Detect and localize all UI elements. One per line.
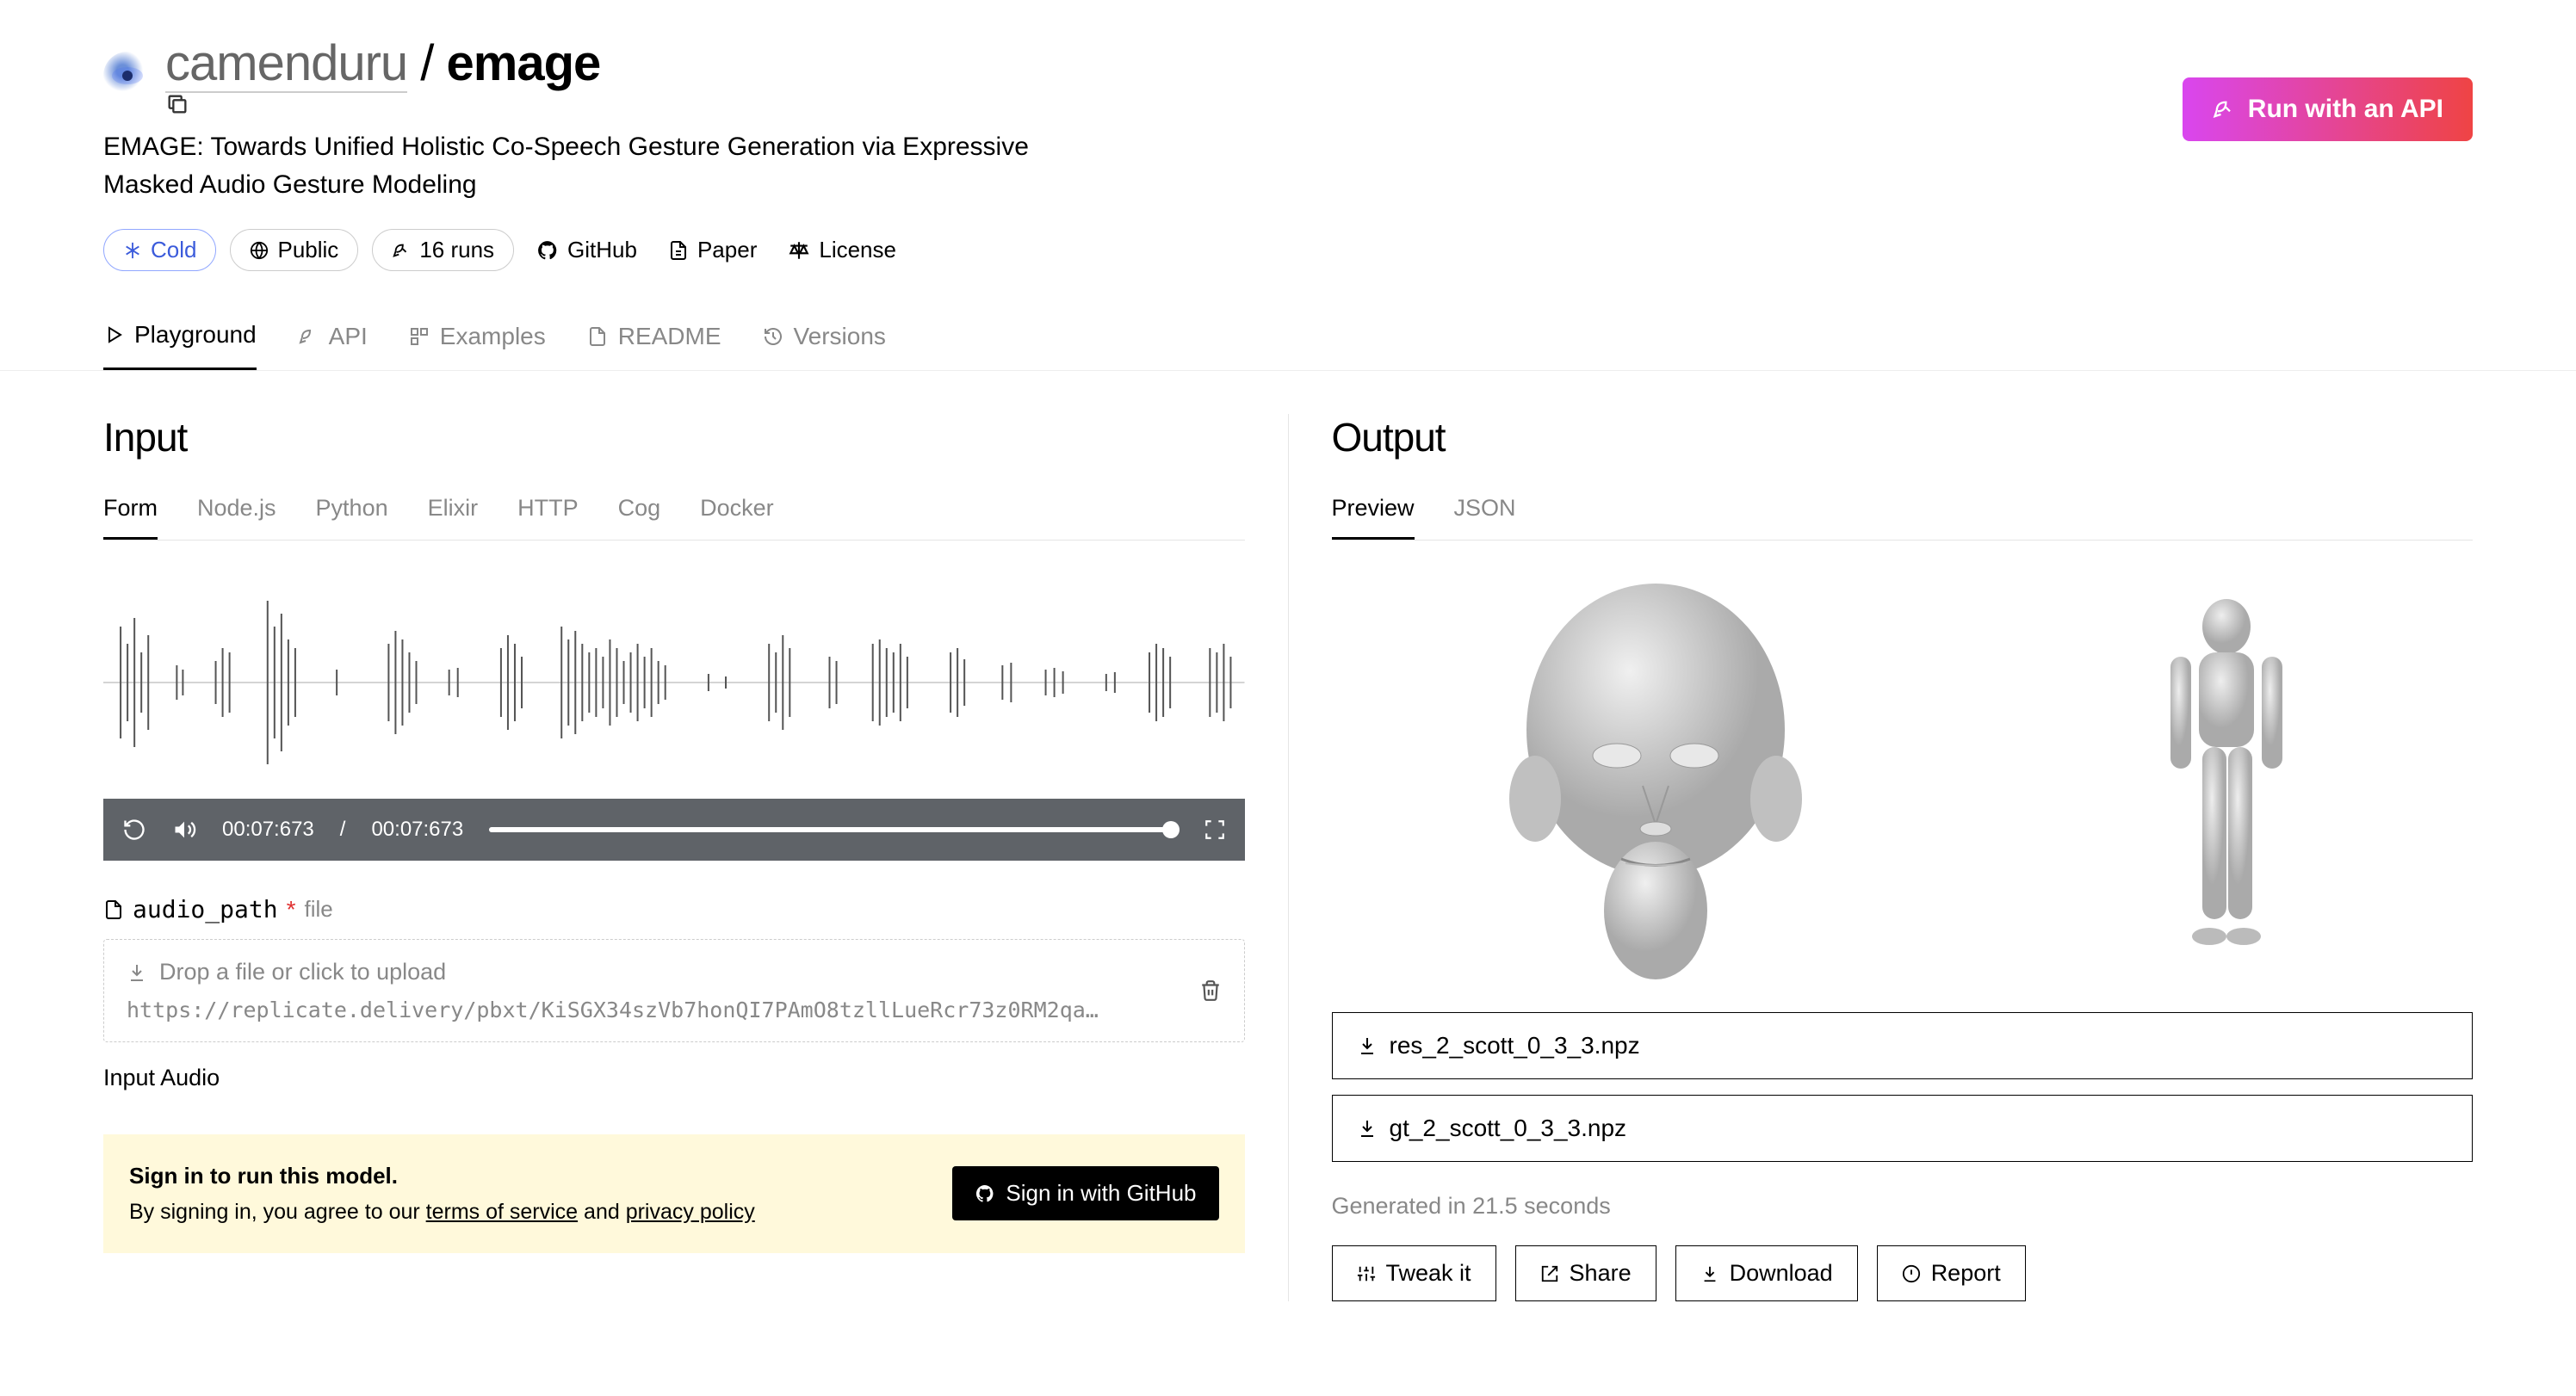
subtab-docker[interactable]: Docker [700,495,774,540]
share-button[interactable]: Share [1515,1245,1656,1301]
action-label: Share [1570,1260,1632,1287]
replay-icon[interactable] [122,818,146,842]
param-name: audio_path [133,895,278,923]
model-name: emage [447,35,601,91]
param-help: Input Audio [103,1065,1245,1091]
time-separator: / [340,818,346,842]
subtab-cog[interactable]: Cog [618,495,661,540]
run-api-label: Run with an API [2248,95,2443,124]
badge-runs-label: 16 runs [419,237,494,263]
output-title: Output [1332,414,2474,460]
subtab-json[interactable]: JSON [1454,495,1516,540]
signin-prefix: By signing in, you agree to our [129,1200,426,1224]
tab-versions[interactable]: Versions [763,321,886,370]
required-marker: * [287,896,296,923]
owner-link[interactable]: camenduru [165,35,407,93]
paper-label: Paper [697,237,757,263]
tos-link[interactable]: terms of service [426,1200,578,1224]
title-separator: / [407,35,446,91]
tab-label: Playground [134,321,257,349]
subtab-http[interactable]: HTTP [517,495,579,540]
time-current: 00:07:673 [222,818,314,842]
subtab-nodejs[interactable]: Node.js [197,495,276,540]
head-render [1483,575,1828,988]
runs-badge[interactable]: 16 runs [372,229,514,271]
trash-icon[interactable] [1199,979,1222,1002]
action-label: Tweak it [1386,1260,1471,1287]
generation-time: Generated in 21.5 seconds [1332,1193,2474,1220]
tab-label: README [618,323,721,350]
report-button[interactable]: Report [1877,1245,2026,1301]
action-label: Download [1730,1260,1833,1287]
download-button[interactable]: Download [1675,1245,1858,1301]
license-label: License [819,237,896,263]
tab-api[interactable]: API [298,321,368,370]
volume-icon[interactable] [172,818,196,842]
privacy-link[interactable]: privacy policy [626,1200,755,1224]
param-label: audio_path * file [103,895,1245,923]
subtab-python[interactable]: Python [316,495,388,540]
tab-label: API [329,323,368,350]
signin-and: and [578,1200,626,1224]
status-badge-cold[interactable]: Cold [103,229,216,271]
time-total: 00:07:673 [371,818,463,842]
output-preview [1332,566,2474,997]
file-name: gt_2_scott_0_3_3.npz [1390,1115,1627,1142]
file-url: https://replicate.delivery/pbxt/KiSGX34s… [127,998,1108,1022]
badge-public-label: Public [277,237,338,263]
param-type: file [304,896,332,923]
tweak-button[interactable]: Tweak it [1332,1245,1496,1301]
model-description: EMAGE: Towards Unified Holistic Co-Speec… [103,128,1050,203]
paper-link[interactable]: Paper [659,230,765,270]
signin-title: Sign in to run this model. [129,1158,755,1195]
file-name: res_2_scott_0_3_3.npz [1390,1032,1640,1059]
github-link[interactable]: GitHub [528,230,646,270]
signin-banner: Sign in to run this model. By signing in… [103,1134,1245,1253]
badge-cold-label: Cold [151,237,196,263]
input-subtabs: Form Node.js Python Elixir HTTP Cog Dock… [103,495,1245,540]
action-label: Report [1931,1260,2001,1287]
tab-examples[interactable]: Examples [409,321,546,370]
subtab-elixir[interactable]: Elixir [428,495,479,540]
seek-bar[interactable] [489,827,1177,832]
github-label: GitHub [567,237,637,263]
tab-label: Versions [794,323,886,350]
license-link[interactable]: License [779,230,905,270]
drop-hint: Drop a file or click to upload [159,959,446,985]
input-title: Input [103,414,1245,460]
subtab-form[interactable]: Form [103,495,158,540]
main-tabs: Playground API Examples README Versions [0,321,2576,371]
tab-readme[interactable]: README [587,321,721,370]
body-render [2132,592,2321,971]
output-file-0[interactable]: res_2_scott_0_3_3.npz [1332,1012,2474,1079]
tab-playground[interactable]: Playground [103,321,257,370]
output-file-1[interactable]: gt_2_scott_0_3_3.npz [1332,1095,2474,1162]
tab-label: Examples [440,323,546,350]
copy-icon[interactable] [165,92,610,116]
visibility-badge[interactable]: Public [230,229,358,271]
run-with-api-button[interactable]: Run with an API [2183,77,2473,141]
model-title: camenduru / emage [165,34,610,116]
signin-button-label: Sign in with GitHub [1006,1180,1196,1207]
output-subtabs: Preview JSON [1332,495,2474,540]
file-dropzone[interactable]: Drop a file or click to upload https://r… [103,939,1245,1042]
fullscreen-icon[interactable] [1204,818,1226,841]
audio-player-bar: 00:07:673 / 00:07:673 [103,799,1245,861]
signin-github-button[interactable]: Sign in with GitHub [952,1166,1218,1220]
avatar[interactable] [103,52,152,100]
subtab-preview[interactable]: Preview [1332,495,1415,540]
audio-waveform[interactable]: 00:07:673 / 00:07:673 [103,566,1245,861]
